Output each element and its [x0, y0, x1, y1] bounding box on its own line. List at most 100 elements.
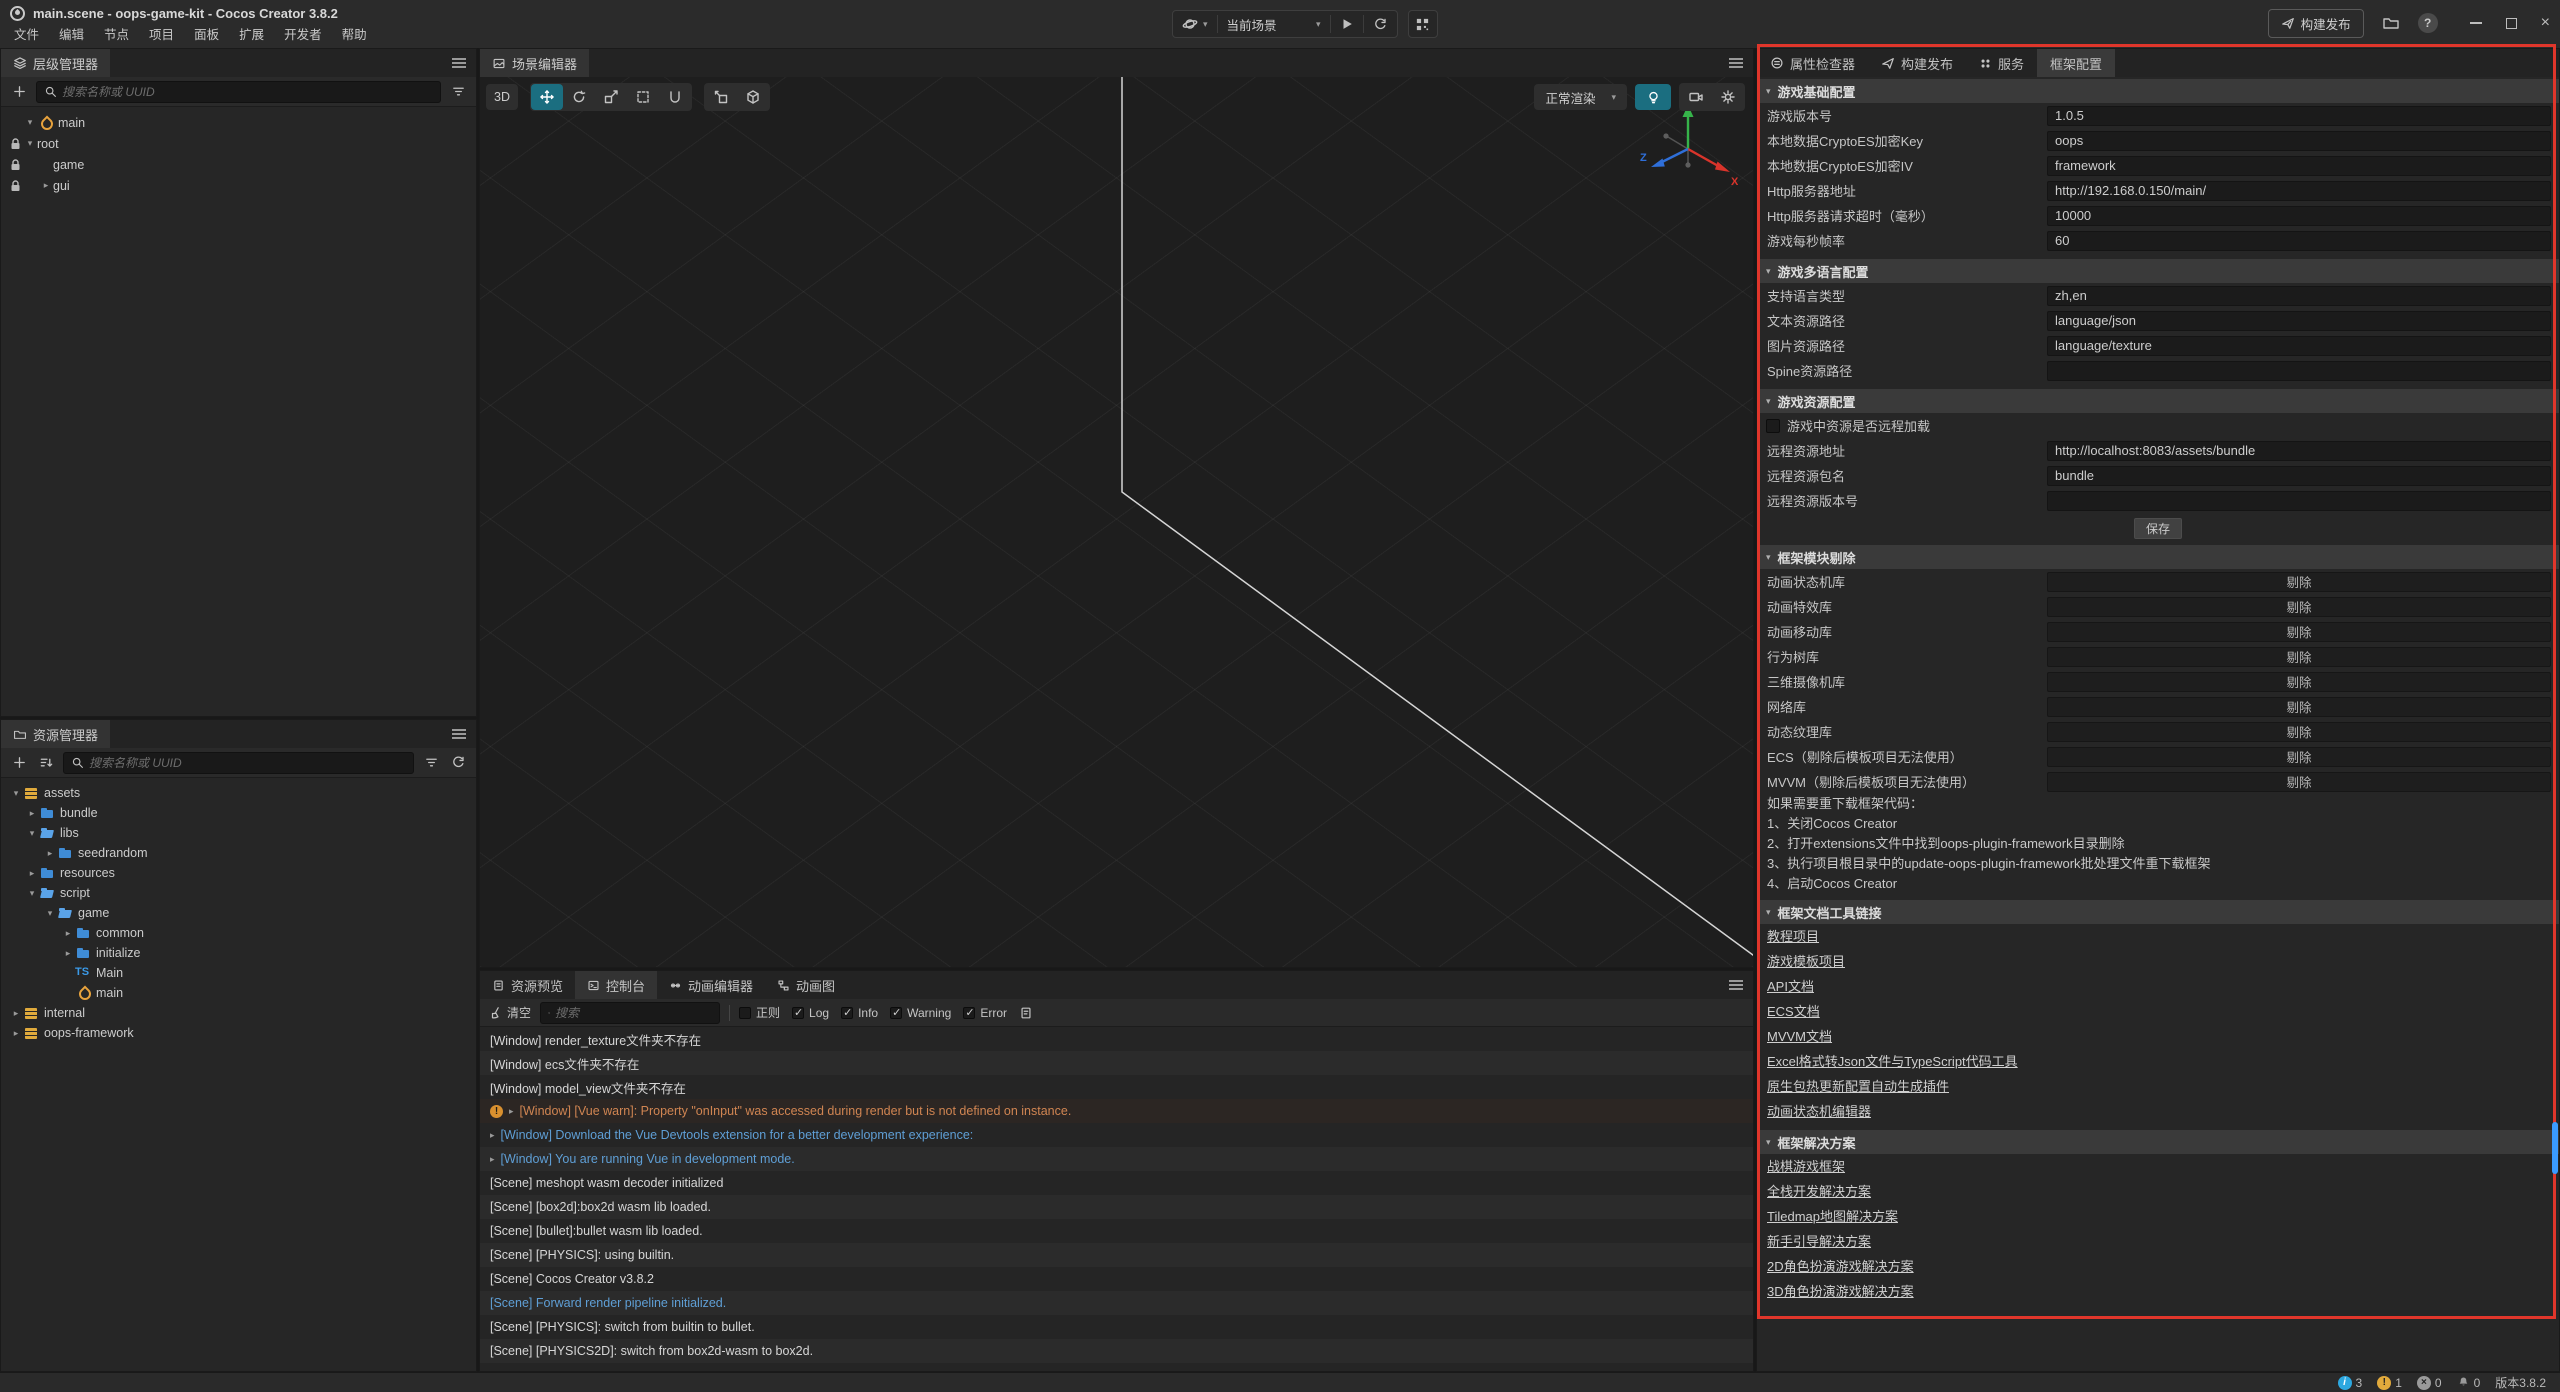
tree-arrow-icon[interactable]	[25, 888, 39, 899]
asset-node[interactable]: seedrandom	[1, 843, 476, 863]
hierarchy-node[interactable]: main	[1, 112, 476, 133]
field-input[interactable]	[2047, 491, 2551, 511]
panel-menu-icon[interactable]	[1729, 58, 1743, 68]
scene-settings-button[interactable]	[1712, 84, 1744, 110]
coordinate-toggle-button[interactable]	[737, 84, 769, 110]
asset-node[interactable]: oops-framework	[1, 1023, 476, 1043]
console-message-row[interactable]: ! ▸ [Scene] meshopt wasm decoder initial…	[480, 1171, 1753, 1195]
scene-camera-button[interactable]	[1680, 84, 1712, 110]
doc-link[interactable]: 3D角色扮演游戏解决方案	[1767, 1279, 1914, 1304]
asset-node[interactable]: libs	[1, 823, 476, 843]
doc-link[interactable]: 教程项目	[1767, 924, 1819, 949]
clear-console-button[interactable]: 清空	[489, 1004, 531, 1021]
field-input[interactable]	[2047, 466, 2551, 486]
field-input[interactable]	[2047, 156, 2551, 176]
trim-button[interactable]: 剔除	[2047, 672, 2551, 692]
tree-arrow-icon[interactable]	[43, 908, 57, 919]
trim-button[interactable]: 剔除	[2047, 647, 2551, 667]
console-message-row[interactable]: ! ▸ [Scene] [PHYSICS]: switch from built…	[480, 1315, 1753, 1339]
doc-link[interactable]: 2D角色扮演游戏解决方案	[1767, 1254, 1914, 1279]
render-mode-dropdown[interactable]: 正常渲染 ▾	[1534, 84, 1627, 110]
field-input[interactable]	[2047, 231, 2551, 251]
ui-transform-tool-button[interactable]	[659, 84, 691, 110]
tree-arrow-icon[interactable]	[25, 808, 39, 819]
hierarchy-search[interactable]	[36, 81, 441, 103]
tree-arrow-icon[interactable]	[9, 1028, 23, 1039]
field-input[interactable]	[2047, 131, 2551, 151]
tree-arrow-icon[interactable]	[9, 788, 23, 799]
asset-node[interactable]: game	[1, 903, 476, 923]
console-filter-toggle[interactable]: Info	[841, 1006, 878, 1020]
hierarchy-node[interactable]: root	[1, 133, 476, 154]
error-count-badge[interactable]: × 0	[2417, 1376, 2442, 1390]
tab-animation-graph[interactable]: 动画图	[765, 971, 847, 999]
asset-node[interactable]: bundle	[1, 803, 476, 823]
trim-button[interactable]: 剔除	[2047, 747, 2551, 767]
checkbox-icon[interactable]	[963, 1007, 975, 1019]
section-header-solutions[interactable]: 框架解决方案	[1757, 1130, 2559, 1154]
open-project-folder-button[interactable]	[2382, 15, 2400, 31]
console-message-row[interactable]: ! ▸ [Window] ecs文件夹不存在	[480, 1051, 1753, 1075]
asset-node[interactable]: Main	[1, 963, 476, 983]
move-tool-button[interactable]	[531, 84, 563, 110]
panel-menu-icon[interactable]	[452, 58, 466, 68]
close-button[interactable]: ×	[2541, 17, 2550, 29]
doc-link[interactable]: 动画状态机编辑器	[1767, 1099, 1871, 1124]
panel-menu-icon[interactable]	[452, 729, 466, 739]
tab-scene-editor[interactable]: 场景编辑器	[480, 49, 589, 77]
hierarchy-filter-button[interactable]	[448, 82, 468, 102]
asset-node[interactable]: internal	[1, 1003, 476, 1023]
preview-qr-button[interactable]	[1408, 10, 1438, 38]
hierarchy-node[interactable]: gui	[1, 175, 476, 196]
console-message-row[interactable]: ! ▸ [Scene] [bullet]:bullet wasm lib loa…	[480, 1219, 1753, 1243]
lighting-toggle-button[interactable]	[1635, 84, 1671, 110]
menu-item[interactable]: 项目	[139, 25, 184, 46]
minimize-button[interactable]	[2470, 22, 2482, 24]
menu-item[interactable]: 节点	[94, 25, 139, 46]
tree-arrow-icon[interactable]	[61, 928, 75, 939]
rect-tool-button[interactable]	[627, 84, 659, 110]
tab-services[interactable]: 服务	[1966, 49, 2037, 77]
info-count-badge[interactable]: i 3	[2338, 1376, 2363, 1390]
tab-console[interactable]: 控制台	[575, 971, 657, 999]
console-message-row[interactable]: ! ▸ [Window] You are running Vue in deve…	[480, 1147, 1753, 1171]
assets-search-input[interactable]	[89, 756, 406, 770]
refresh-assets-button[interactable]	[448, 753, 468, 773]
save-button[interactable]: 保存	[2134, 518, 2182, 539]
tree-arrow-icon[interactable]	[61, 948, 75, 959]
trim-button[interactable]: 剔除	[2047, 572, 2551, 592]
preview-target-button[interactable]: ▾	[1173, 11, 1217, 37]
trim-button[interactable]: 剔除	[2047, 722, 2551, 742]
tab-build-publish[interactable]: 构建发布	[1868, 49, 1966, 77]
section-header-basic[interactable]: 游戏基础配置	[1757, 79, 2559, 103]
assets-filter-button[interactable]	[421, 753, 441, 773]
console-message-row[interactable]: ! ▸ [Scene] [box2d]:box2d wasm lib loade…	[480, 1195, 1753, 1219]
sort-assets-button[interactable]	[36, 753, 56, 773]
assets-search[interactable]	[63, 752, 414, 774]
checkbox-icon[interactable]	[890, 1007, 902, 1019]
console-search-input[interactable]	[555, 1006, 712, 1020]
console-message-row[interactable]: ! ▸ [Scene] [PHYSICS2D]: switch from box…	[480, 1339, 1753, 1363]
field-input[interactable]	[2047, 311, 2551, 331]
trim-button[interactable]: 剔除	[2047, 622, 2551, 642]
field-input[interactable]	[2047, 336, 2551, 356]
tab-property-inspector[interactable]: 属性检查器	[1757, 49, 1868, 77]
expand-arrow-icon[interactable]: ▸	[490, 1154, 495, 1165]
asset-node[interactable]: resources	[1, 863, 476, 883]
trim-button[interactable]: 剔除	[2047, 772, 2551, 792]
checkbox-icon[interactable]	[792, 1007, 804, 1019]
restart-button[interactable]	[1364, 11, 1397, 37]
console-filter-toggle[interactable]: 正则	[739, 1004, 780, 1021]
tree-arrow-icon[interactable]	[9, 1008, 23, 1019]
tab-assets[interactable]: 资源管理器	[1, 720, 110, 748]
doc-link[interactable]: 原生包热更新配置自动生成插件	[1767, 1074, 1949, 1099]
scene-select-dropdown[interactable]: 当前场景 ▾	[1218, 11, 1330, 37]
doc-link[interactable]: API文档	[1767, 974, 1814, 999]
hierarchy-search-input[interactable]	[62, 85, 433, 99]
menu-item[interactable]: 面板	[184, 25, 229, 46]
field-input[interactable]	[2047, 206, 2551, 226]
console-message-row[interactable]: ! ▸ [Window] Download the Vue Devtools e…	[480, 1123, 1753, 1147]
notification-badge[interactable]: 0	[2457, 1376, 2481, 1390]
console-filter-toggle[interactable]: Log	[792, 1006, 829, 1020]
field-input[interactable]	[2047, 106, 2551, 126]
